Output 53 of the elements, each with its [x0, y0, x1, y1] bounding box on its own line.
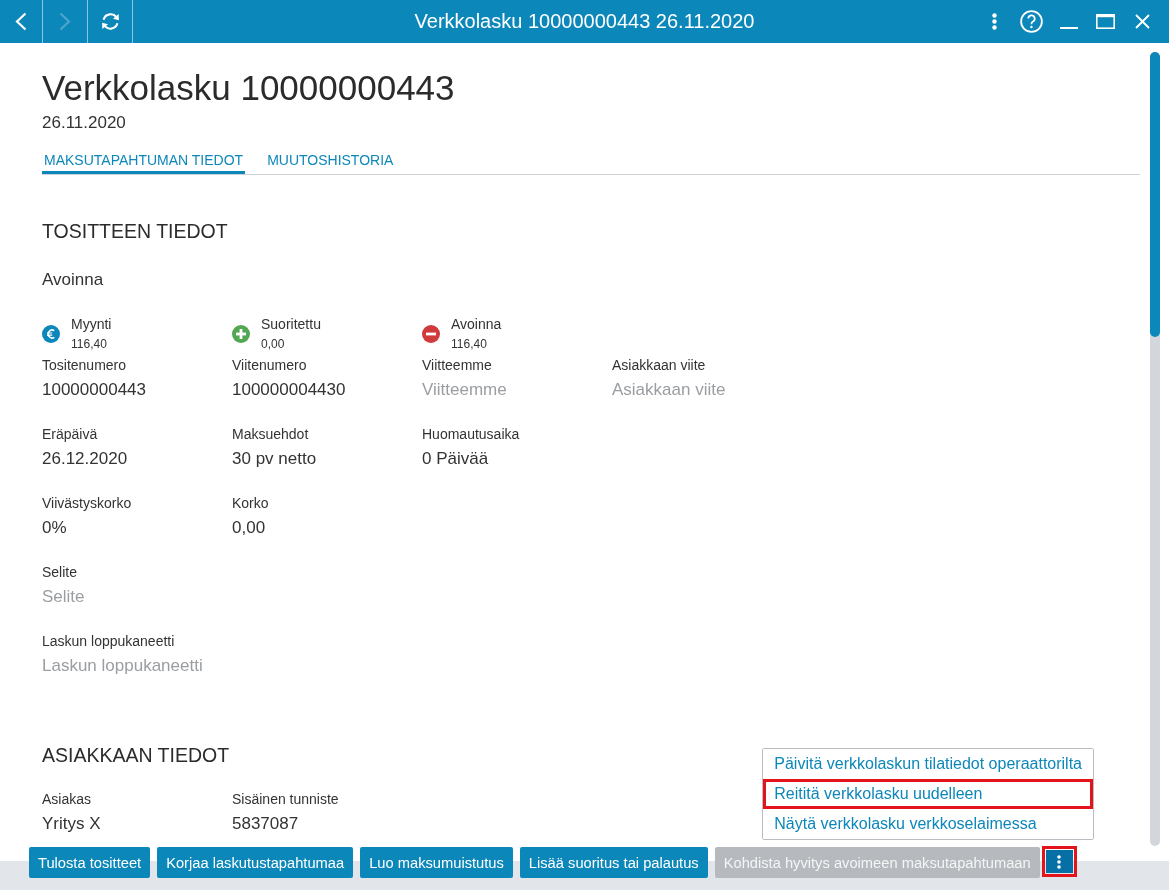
minimize-icon — [1059, 26, 1078, 29]
toolbar-button[interactable]: Luo maksumuistutus — [360, 847, 513, 878]
more-icon — [1057, 854, 1062, 869]
toolbar-button[interactable]: Tulosta tositteet — [29, 847, 151, 878]
status-text: Avoinna — [42, 269, 104, 291]
maximize-icon — [1096, 14, 1115, 29]
field-label: Maksuehdot — [232, 425, 309, 443]
tab[interactable]: MAKSUTAPAHTUMAN TIEDOT — [42, 150, 246, 174]
summary-value: 0,00 — [261, 336, 285, 352]
field-label: Tositenumero — [42, 356, 127, 374]
page-date: 26.11.2020 — [42, 112, 126, 134]
field-value: 100000004430 — [232, 379, 346, 401]
scrollbar-thumb[interactable] — [1150, 52, 1160, 337]
field-value: 0,00 — [232, 517, 266, 539]
field-label: Sisäinen tunniste — [232, 790, 339, 808]
help-icon — [1020, 10, 1043, 33]
field-value: 30 pv netto — [232, 448, 317, 470]
tab[interactable]: MUUTOSHISTORIA — [265, 150, 396, 174]
section-title: TOSITTEEN TIEDOT — [42, 219, 228, 244]
close-icon — [1135, 14, 1150, 29]
page-title: Verkkolasku 10000000443 — [42, 68, 455, 108]
field-value: Yritys X — [42, 813, 101, 835]
summary-value: 116,40 — [71, 336, 107, 352]
field-label: Asiakkaan viite — [612, 356, 706, 374]
field-label: Korko — [232, 494, 269, 512]
field-label: Viitenumero — [232, 356, 307, 374]
field-label: Laskun loppukaneetti — [42, 632, 175, 650]
field-label: Asiakas — [42, 790, 92, 808]
field-label: Selite — [42, 563, 78, 581]
summary-value: 116,40 — [451, 336, 487, 352]
field-label: Viitteemme — [422, 356, 492, 374]
field-value: 0% — [42, 517, 67, 539]
toolbar-button[interactable]: Korjaa laskutustapahtumaa — [157, 847, 354, 878]
summary-label: Avoinna — [451, 315, 502, 333]
summary-label: Suoritettu — [261, 315, 321, 333]
scrollbar[interactable] — [1150, 52, 1160, 846]
menu-item[interactable]: Reititä verkkolasku uudelleen — [763, 779, 1093, 809]
input-field[interactable]: Laskun loppukaneetti — [42, 654, 203, 678]
section-title: ASIAKKAAN TIEDOT — [42, 743, 230, 768]
field-value: 0 Päivää — [422, 448, 489, 470]
field-value: 10000000443 — [42, 379, 146, 401]
field-label: Huomautusaika — [422, 425, 520, 443]
field-label: Eräpäivä — [42, 425, 98, 443]
field-value: 5837087 — [232, 813, 299, 835]
more-icon — [992, 13, 997, 30]
toolbar-button[interactable]: Lisää suoritus tai palautus — [519, 847, 708, 878]
field-label: Viivästyskorko — [42, 494, 132, 512]
field-value: 26.12.2020 — [42, 448, 128, 470]
summary-label: Myynti — [71, 315, 112, 333]
input-field[interactable]: Viitteemme — [422, 378, 507, 402]
input-field[interactable]: Asiakkaan viite — [612, 378, 726, 402]
input-field[interactable]: Selite — [42, 585, 85, 609]
window-title: Verkkolasku 10000000443 26.11.2020 — [414, 10, 755, 33]
